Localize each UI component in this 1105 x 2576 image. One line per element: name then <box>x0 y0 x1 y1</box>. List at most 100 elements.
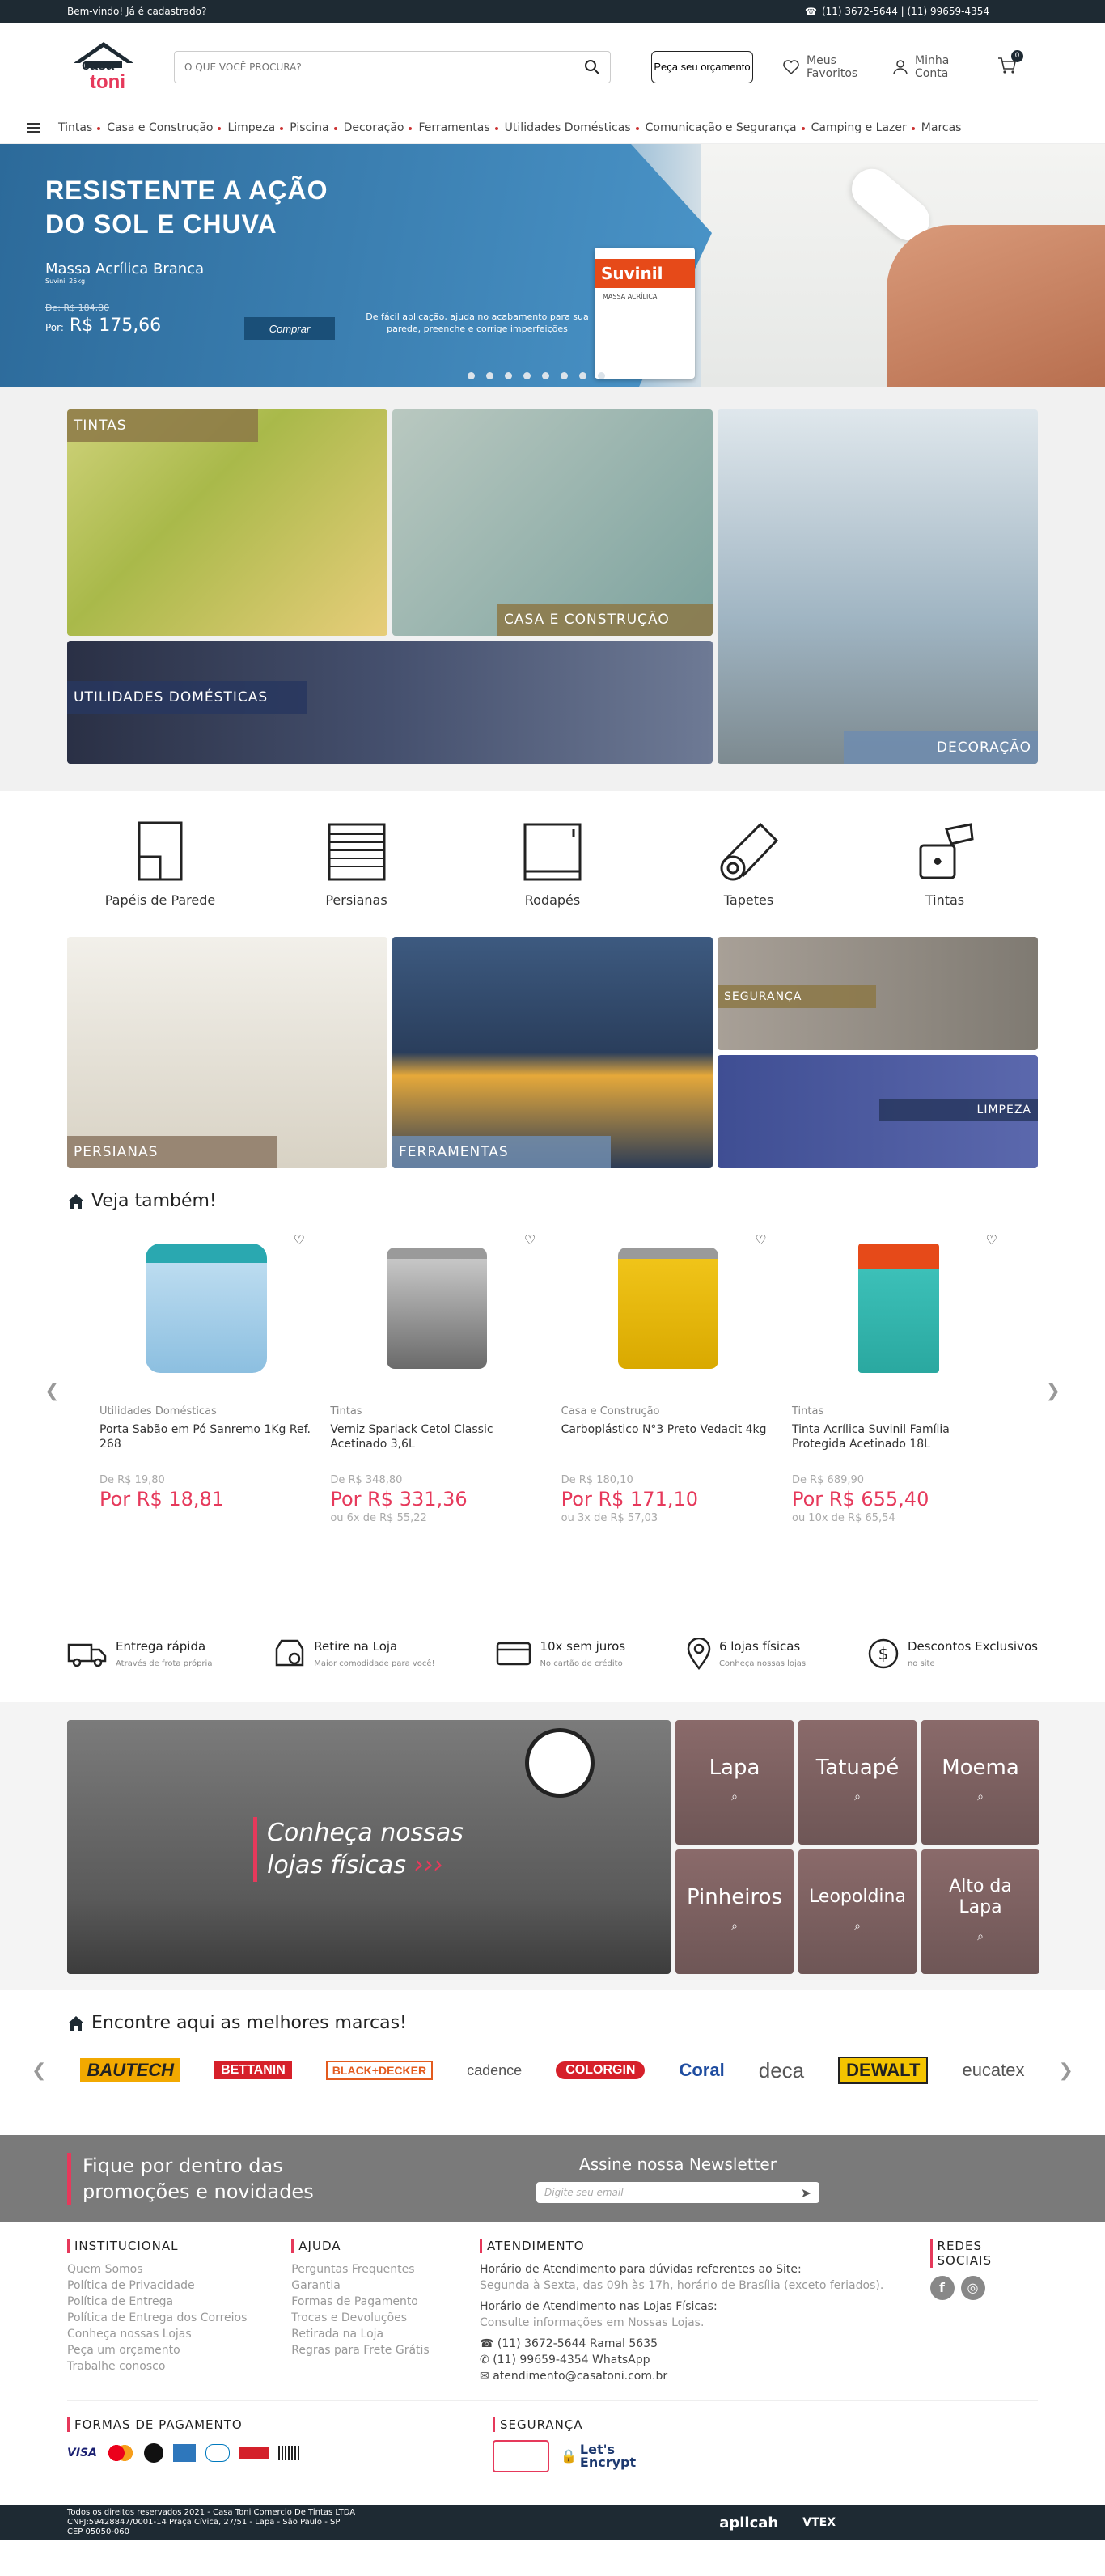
favorite-heart-icon[interactable]: ♡ <box>524 1232 536 1248</box>
slider-dot[interactable] <box>486 372 493 379</box>
nav-item-limpeza[interactable]: Limpeza <box>218 121 282 134</box>
slider-dot[interactable] <box>561 372 568 379</box>
logo[interactable]: casa toni <box>67 39 140 95</box>
chevron-right-icon[interactable]: ❯ <box>1046 1381 1061 1401</box>
nav-item-tintas[interactable]: Tintas <box>51 121 99 134</box>
icon-cat-papeis[interactable]: Papéis de Parede <box>95 821 225 908</box>
product-name[interactable]: Verniz Sparlack Cetol Classic Acetinado … <box>330 1422 544 1455</box>
footer-link[interactable]: Retirada na Loja <box>291 2326 480 2342</box>
product-name[interactable]: Porta Sabão em Pó Sanremo 1Kg Ref. 268 <box>99 1422 313 1455</box>
icon-cat-persianas[interactable]: Persianas <box>292 821 421 908</box>
footer-whatsapp[interactable]: (11) 99659-4354 WhatsApp <box>493 2354 650 2366</box>
nav-item-piscina[interactable]: Piscina <box>280 121 336 134</box>
footer-link[interactable]: Política de Entrega dos Correios <box>67 2310 291 2326</box>
nav-item-comunicacao[interactable]: Comunicação e Segurança <box>635 121 804 134</box>
store-tile-alto-lapa[interactable]: Alto da Lapa ⌕ <box>921 1849 1039 1974</box>
product-name[interactable]: Carboplástico N°3 Preto Vedacit 4kg <box>561 1422 775 1455</box>
category-tile-decoracao[interactable]: DECORAÇÃO <box>718 409 1038 764</box>
footer-link[interactable]: Formas de Pagamento <box>291 2294 480 2310</box>
footer-link[interactable]: Política de Privacidade <box>67 2277 291 2294</box>
aplicah-logo[interactable]: aplicah <box>719 2515 778 2532</box>
favorite-heart-icon[interactable]: ♡ <box>755 1232 766 1248</box>
footer-link[interactable]: Política de Entrega <box>67 2294 291 2310</box>
cart-button[interactable]: 0 <box>997 50 1023 78</box>
brand-logo[interactable]: cadence <box>467 2062 522 2079</box>
category-tile-limpeza[interactable]: LIMPEZA <box>718 1055 1038 1168</box>
store-tile-pinheiros[interactable]: Pinheiros ⌕ <box>675 1849 794 1974</box>
brand-logo[interactable]: COLORGIN <box>556 2061 646 2079</box>
nav-item-decoracao[interactable]: Decoração <box>333 121 412 134</box>
footer-text[interactable]: Consulte informações em Nossas Lojas. <box>480 2315 930 2331</box>
menu-icon[interactable] <box>27 122 40 133</box>
search-input[interactable] <box>184 61 573 73</box>
footer-link[interactable]: Garantia <box>291 2277 480 2294</box>
nav-item-marcas[interactable]: Marcas <box>911 121 969 134</box>
footer-link[interactable]: Quem Somos <box>67 2261 291 2277</box>
nav-item-casa-construcao[interactable]: Casa e Construção <box>97 121 220 134</box>
brand-logo[interactable]: BAUTECH <box>80 2058 181 2082</box>
nav-item-utilidades[interactable]: Utilidades Domésticas <box>494 121 638 134</box>
slider-dot[interactable] <box>468 372 475 379</box>
store-tile-lapa[interactable]: Lapa ⌕ <box>675 1720 794 1845</box>
product-card[interactable]: ♡ Casa e Construção Carboplástico N°3 Pr… <box>561 1227 775 1524</box>
store-tile-moema[interactable]: Moema ⌕ <box>921 1720 1039 1845</box>
store-tile-tatuape[interactable]: Tatuapé ⌕ <box>798 1720 917 1845</box>
footer-link[interactable]: Regras para Frete Grátis <box>291 2342 480 2358</box>
brand-logo[interactable]: Coral <box>679 2060 724 2081</box>
footer-phone[interactable]: (11) 3672-5644 Ramal 5635 <box>497 2337 658 2350</box>
slider-dot[interactable] <box>579 372 586 379</box>
product-image[interactable] <box>99 1227 313 1389</box>
brand-logo[interactable]: BLACK+DECKER <box>325 2061 434 2080</box>
account-link[interactable]: Minha Conta <box>892 54 955 80</box>
chevron-left-icon[interactable]: ❮ <box>32 2061 46 2081</box>
stores-banner[interactable]: Conheça nossas lojas físicas ››› <box>67 1720 671 1974</box>
instagram-icon[interactable]: ◎ <box>960 2276 985 2300</box>
slider-dot[interactable] <box>505 372 512 379</box>
category-tile-tintas[interactable]: TINTAS <box>67 409 387 636</box>
brand-logo[interactable]: eucatex <box>962 2060 1024 2081</box>
icon-cat-rodapes[interactable]: Rodapés <box>488 821 617 908</box>
facebook-icon[interactable]: f <box>929 2276 955 2300</box>
product-card[interactable]: ♡ Tintas Tinta Acrílica Suvinil Família … <box>792 1227 1006 1524</box>
slider-dot[interactable] <box>542 372 549 379</box>
brand-logo[interactable]: deca <box>759 2058 804 2083</box>
store-tile-leopoldina[interactable]: Leopoldina ⌕ <box>798 1849 917 1974</box>
brand-logo[interactable]: BETTANIN <box>214 2061 292 2079</box>
quote-button[interactable]: Peça seu orçamento <box>651 51 753 83</box>
footer-link[interactable]: Peça um orçamento <box>67 2342 291 2358</box>
brand-logo[interactable]: DEWALT <box>838 2057 929 2084</box>
footer-link[interactable]: Perguntas Frequentes <box>291 2261 480 2277</box>
slider-dot[interactable] <box>523 372 531 379</box>
category-tile-seguranca[interactable]: SEGURANÇA <box>718 937 1038 1050</box>
nav-item-camping[interactable]: Camping e Lazer <box>801 121 914 134</box>
footer-link[interactable]: Trabalhe conosco <box>67 2358 291 2375</box>
vtex-logo[interactable]: VTEX <box>802 2516 836 2529</box>
favorite-heart-icon[interactable]: ♡ <box>294 1232 305 1248</box>
product-image[interactable] <box>561 1227 775 1389</box>
send-icon[interactable]: ➤ <box>801 2185 811 2201</box>
product-name[interactable]: Tinta Acrílica Suvinil Família Protegida… <box>792 1422 1006 1455</box>
newsletter-email-field[interactable]: Digite seu email ➤ <box>536 2182 819 2203</box>
footer-email[interactable]: atendimento@casatoni.com.br <box>493 2370 667 2383</box>
icon-cat-tapetes[interactable]: Tapetes <box>684 821 814 908</box>
category-tile-ferramentas[interactable]: FERRAMENTAS <box>392 937 713 1168</box>
category-tile-persianas[interactable]: PERSIANAS <box>67 937 387 1168</box>
footer-link[interactable]: Trocas e Devoluções <box>291 2310 480 2326</box>
product-card[interactable]: ♡ Utilidades Domésticas Porta Sabão em P… <box>99 1227 313 1524</box>
product-image[interactable] <box>792 1227 1006 1389</box>
welcome-link[interactable]: Bem-vindo! Já é cadastrado? <box>67 6 206 17</box>
product-card[interactable]: ♡ Tintas Verniz Sparlack Cetol Classic A… <box>330 1227 544 1524</box>
slider-dot[interactable] <box>598 372 605 379</box>
product-image[interactable] <box>330 1227 544 1389</box>
hero-buy-button[interactable]: Comprar <box>244 317 335 340</box>
icon-cat-tintas[interactable]: Tintas <box>880 821 1010 908</box>
chevron-right-icon[interactable]: ❯ <box>1059 2061 1073 2081</box>
footer-link[interactable]: Conheça nossas Lojas <box>67 2326 291 2342</box>
search-icon[interactable] <box>584 59 600 75</box>
favorites-link[interactable]: Meus Favoritos <box>782 54 863 80</box>
chevron-left-icon[interactable]: ❮ <box>44 1381 59 1401</box>
category-tile-utilidades[interactable]: UTILIDADES DOMÉSTICAS <box>67 641 713 764</box>
nav-item-ferramentas[interactable]: Ferramentas <box>409 121 497 134</box>
category-tile-casa[interactable]: CASA E CONSTRUÇÃO <box>392 409 713 636</box>
hero-banner[interactable]: RESISTENTE A AÇÃO DO SOL E CHUVA Massa Ac… <box>0 144 1105 387</box>
